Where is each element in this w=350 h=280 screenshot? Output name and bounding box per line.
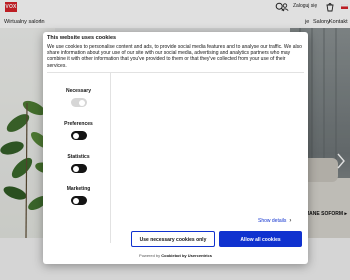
toggle-statistics[interactable] — [71, 164, 87, 173]
cookiebot-brand-link[interactable]: Cookiebot by Usercentrics — [161, 253, 212, 258]
dialog-title: This website uses cookies — [47, 35, 117, 41]
category-label-marketing: Marketing — [66, 186, 91, 192]
toggle-necessary — [71, 98, 87, 107]
dialog-description: We use cookies to personalise content an… — [47, 44, 302, 69]
toggle-preferences[interactable] — [71, 131, 87, 140]
category-toggles: Necessary Preferences Statistics Marketi… — [47, 73, 111, 243]
category-label-statistics: Statistics — [67, 154, 90, 160]
show-details-link[interactable]: Show details › — [258, 218, 291, 224]
allow-all-cookies-button[interactable]: Allow all cookies — [219, 231, 302, 247]
category-label-preferences: Preferences — [64, 121, 93, 127]
powered-by-prefix: Powered by — [139, 253, 161, 258]
toggle-marketing[interactable] — [71, 196, 87, 205]
use-necessary-cookies-button[interactable]: Use necessary cookies only — [131, 231, 215, 247]
chevron-right-icon: › — [289, 218, 292, 224]
category-label-necessary: Necessary — [65, 88, 92, 94]
cookie-consent-dialog: This website uses cookies We use cookies… — [43, 32, 308, 264]
powered-by: Powered by Cookiebot by Usercentrics — [43, 253, 308, 258]
